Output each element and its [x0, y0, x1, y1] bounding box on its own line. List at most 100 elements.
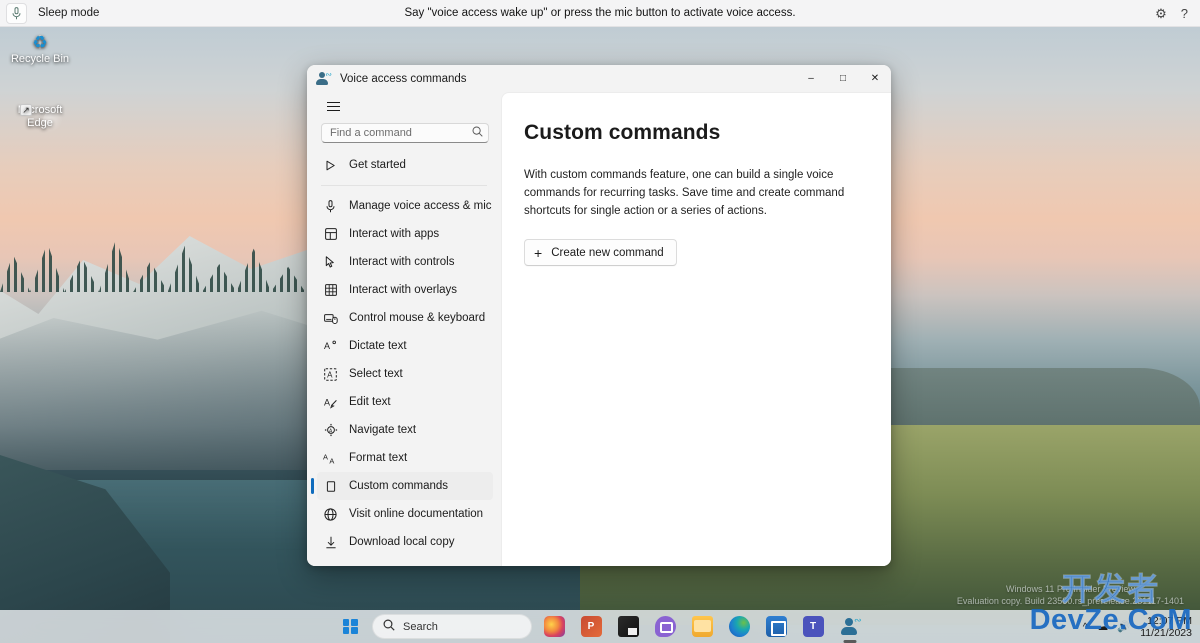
microphone-icon: [12, 6, 21, 19]
clock-date: 11/21/2023: [1140, 626, 1192, 639]
sidebar-item-visit-online-documentation[interactable]: Visit online documentation: [317, 500, 493, 528]
search-box[interactable]: [321, 123, 489, 143]
sidebar-item-interact-with-apps[interactable]: Interact with apps: [317, 220, 493, 248]
sidebar-item-label: Visit online documentation: [349, 508, 484, 520]
powerpoint-icon: [580, 616, 602, 637]
edit-text-icon: A: [323, 395, 338, 410]
sidebar-item-format-text[interactable]: A A Format text: [317, 444, 493, 472]
navigate-text-icon: A: [323, 423, 338, 438]
sidebar-item-edit-text[interactable]: A Edit text: [317, 388, 493, 416]
sidebar-item-label: Get started: [349, 159, 406, 171]
start-button[interactable]: [335, 613, 365, 641]
sidebar-item-interact-with-overlays[interactable]: Interact with overlays: [317, 276, 493, 304]
show-hidden-icons-chevron-icon[interactable]: ^: [1083, 621, 1088, 633]
taskbar-system-tray: ^ ☁ 🔊 12:07 PM 11/21/2023: [1083, 615, 1192, 639]
paint-icon: [543, 616, 565, 637]
taskbar-clock[interactable]: 12:07 PM 11/21/2023: [1140, 615, 1192, 639]
shortcut-arrow-icon: ↗: [20, 104, 32, 116]
microphone-icon: [323, 199, 338, 214]
watermark-line-1: Windows 11 Pro Insider Preview: [1005, 584, 1135, 594]
search-input[interactable]: [330, 127, 472, 140]
svg-text:A: A: [324, 341, 330, 351]
taskbar-app-microsoft-store[interactable]: [761, 613, 791, 641]
watermark-line-2: Evaluation copy. Build 23580.rs_prerelea…: [956, 596, 1184, 606]
cursor-icon: [323, 255, 338, 270]
sidebar-item-dictate-text[interactable]: A Dictate text: [317, 332, 493, 360]
edge-icon: [728, 616, 750, 637]
tray-icons: ☁ 🔊: [1098, 620, 1131, 634]
taskbar-search-placeholder: Search: [403, 620, 438, 633]
window-title-bar[interactable]: ∾ Voice access commands – □ ✕: [307, 65, 891, 92]
question-mark-icon[interactable]: ?: [1181, 7, 1188, 20]
sidebar-item-download-local-copy[interactable]: Download local copy: [317, 528, 493, 556]
sidebar-item-label: Manage voice access & mic: [349, 200, 492, 212]
voice-access-icon: ∾: [316, 70, 332, 87]
mouse-keyboard-icon: [323, 311, 338, 326]
voice-access-icon: ∾: [840, 616, 862, 637]
voice-access-mic-button[interactable]: [6, 2, 27, 24]
taskbar-app-chat[interactable]: [650, 613, 680, 641]
file-explorer-dark-icon: [617, 616, 639, 637]
sidebar-item-label: Dictate text: [349, 340, 407, 352]
running-indicator: [843, 640, 857, 643]
page-title: Custom commands: [524, 121, 721, 144]
format-text-icon: A A: [323, 451, 338, 466]
sidebar: Get started Manage voice access & mic: [307, 92, 501, 566]
sidebar-item-navigate-text[interactable]: A Navigate text: [317, 416, 493, 444]
desktop-icon-recycle-bin[interactable]: ♻ Recycle Bin: [4, 32, 76, 66]
taskbar-center-group: Search ∾: [335, 613, 865, 643]
create-new-command-label: Create new command: [551, 246, 664, 259]
desktop-icon-microsoft-edge[interactable]: ↗ Microsoft Edge: [4, 100, 76, 130]
sidebar-nav-list: Get started Manage voice access & mic In…: [307, 151, 501, 500]
taskbar-app-microsoft-teams[interactable]: [798, 613, 828, 641]
sidebar-item-label: Format text: [349, 452, 408, 464]
globe-icon: [323, 507, 338, 522]
sidebar-bottom-list: Visit online documentation Download loca…: [307, 500, 501, 566]
maximize-button[interactable]: □: [827, 65, 859, 92]
sidebar-item-custom-commands[interactable]: Custom commands: [311, 472, 493, 500]
sidebar-item-label: Custom commands: [349, 480, 449, 492]
search-icon: [472, 126, 483, 140]
taskbar-app-voice-access[interactable]: ∾: [835, 613, 865, 643]
create-new-command-button[interactable]: + Create new command: [524, 239, 677, 267]
recycle-bin-icon: ♻: [32, 32, 48, 52]
microsoft-store-icon: [765, 616, 787, 637]
close-button[interactable]: ✕: [859, 65, 891, 92]
sidebar-item-manage-voice-access-mic[interactable]: Manage voice access & mic: [317, 192, 493, 220]
page-description: With custom commands feature, one can bu…: [524, 169, 845, 217]
apps-grid-icon: [323, 227, 338, 242]
sidebar-item-get-started[interactable]: Get started: [317, 151, 493, 179]
svg-text:A: A: [327, 370, 333, 379]
volume-icon[interactable]: 🔊: [1117, 620, 1130, 633]
desktop-icon-label: Recycle Bin: [10, 53, 70, 65]
plus-icon: +: [534, 244, 543, 261]
minimize-button[interactable]: –: [795, 65, 827, 92]
gear-icon[interactable]: ⚙: [1155, 7, 1167, 20]
sidebar-item-label: Navigate text: [349, 424, 417, 436]
voice-access-bar: Sleep mode Say "voice access wake up" or…: [0, 0, 1200, 27]
network-icon[interactable]: ☁: [1098, 621, 1109, 633]
sidebar-item-label: Interact with controls: [349, 256, 455, 268]
clock-time: 12:07 PM: [1147, 614, 1192, 627]
taskbar-app-file-explorer[interactable]: [687, 613, 717, 641]
sidebar-divider: [321, 185, 487, 186]
windows-logo-icon: [342, 619, 358, 634]
voice-access-mode-label: Sleep mode: [38, 7, 100, 19]
search-icon: [383, 619, 395, 634]
taskbar-app-microsoft-edge[interactable]: [724, 613, 754, 641]
sidebar-item-select-text[interactable]: A Select text: [317, 360, 493, 388]
sidebar-item-label: Control mouse & keyboard: [349, 312, 486, 324]
sidebar-item-control-mouse-keyboard[interactable]: Control mouse & keyboard: [317, 304, 493, 332]
custom-command-icon: [323, 479, 338, 494]
taskbar-app-file-explorer-dark[interactable]: [613, 613, 643, 641]
taskbar-app-paint[interactable]: [539, 613, 569, 641]
teams-icon: [802, 616, 824, 637]
window-controls: – □ ✕: [795, 65, 891, 92]
taskbar-search-box[interactable]: Search: [372, 614, 532, 639]
taskbar-app-powerpoint[interactable]: [576, 613, 606, 641]
sidebar-item-interact-with-controls[interactable]: Interact with controls: [317, 248, 493, 276]
navigation-menu-icon[interactable]: [317, 94, 349, 118]
svg-text:A: A: [324, 397, 330, 407]
windows-evaluation-watermark: Windows 11 Pro Insider Preview Evaluatio…: [957, 583, 1184, 607]
svg-text:A: A: [329, 456, 334, 464]
